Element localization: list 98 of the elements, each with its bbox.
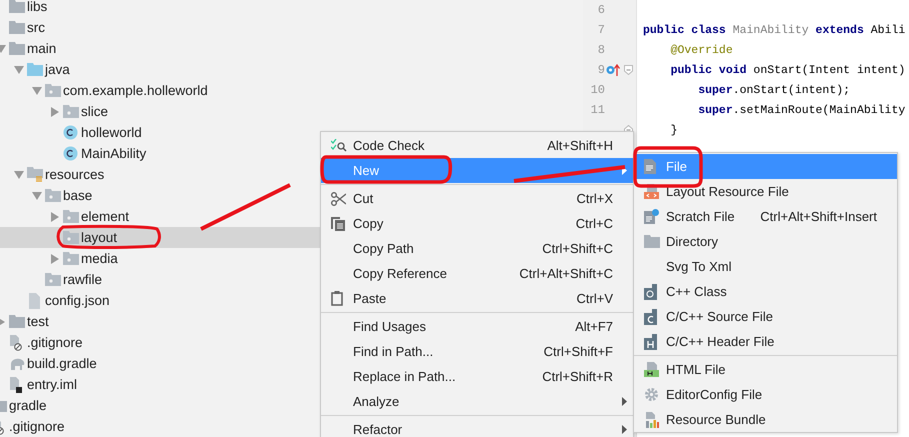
line-number: 11 [590,103,605,117]
checklist-search-icon [331,138,347,152]
menu-item[interactable]: EditorConfig File [634,382,897,407]
tree-item-label[interactable]: test [27,314,49,329]
menu-item[interactable]: C/C++ Header File [634,329,897,354]
module-file-icon [9,376,23,392]
code-line: public class MainAbility extends Abili [643,24,906,36]
scratch-file-icon [644,209,659,224]
class-icon [63,125,78,140]
package-folder-icon [45,84,61,97]
folder-icon [9,0,25,13]
menu-item[interactable]: Svg To Xml [634,254,897,279]
menu-item[interactable]: Cut Ctrl+X [321,186,633,211]
tree-item-label[interactable]: base [63,188,92,203]
menu-item[interactable]: Copy Ctrl+C [321,211,633,236]
tree-item-label[interactable]: src [27,20,45,35]
tree-item-label[interactable]: entry.iml [27,377,78,392]
tree-item-label[interactable]: resources [45,167,104,182]
tree-item-label[interactable]: .gitignore [27,335,83,350]
tree-item-label[interactable]: gradle [9,398,47,413]
collapse-arrow-icon[interactable] [51,212,59,222]
folder-icon [9,42,25,55]
collapse-arrow-icon[interactable] [51,254,59,264]
code-line: @Override [670,44,733,56]
expand-arrow-icon[interactable] [32,86,42,94]
tree-item-label[interactable]: config.json [45,293,110,308]
layout-file-icon [644,184,659,199]
scissors-icon [331,192,346,206]
resource-folder-icon [27,167,43,182]
html-file-icon [644,362,659,377]
tree-item-label[interactable]: media [81,251,118,266]
clipboard-icon [331,291,343,306]
menu-item[interactable]: Refactor [321,417,633,437]
tree-item-label[interactable]: main [27,41,56,56]
menu-item[interactable]: Replace in Path... Ctrl+Shift+R [321,364,633,389]
line-number: 9 [596,63,605,77]
menu-item[interactable]: Directory [634,229,897,254]
folder-icon [644,235,660,248]
submenu-arrow-icon [622,397,627,406]
code-line: super.onStart(intent); [697,84,850,96]
menu-item[interactable]: C/C++ Source File [634,304,897,329]
code-line: } [670,124,678,136]
bar-chart-file-icon [644,412,659,428]
copy-icon [331,216,345,230]
cpp-class-icon [644,284,657,300]
package-folder-icon [63,252,79,265]
tree-item-label[interactable]: slice [81,104,108,119]
tree-item-label[interactable]: java [45,62,70,77]
package-folder-icon [63,231,79,244]
expand-arrow-icon[interactable] [32,192,42,200]
elephant-icon [9,357,25,370]
line-number: 6 [596,3,605,17]
line-number: 7 [596,23,605,37]
file-icon [644,159,656,174]
c-header-icon [644,334,657,350]
menu-item[interactable]: HTML File [634,357,897,382]
menu-item[interactable]: Resource Bundle [634,407,897,432]
folder-icon [9,21,25,34]
folder-icon [9,315,25,328]
submenu-arrow-icon [622,425,627,434]
ignored-file-icon [9,334,23,350]
menu-item[interactable]: Code Check Alt+Shift+H [321,133,633,158]
package-folder-icon [63,105,79,118]
tree-item-label[interactable]: libs [27,0,48,14]
menu-item[interactable]: Scratch File Ctrl+Alt+Shift+Insert [634,204,897,229]
code-line: public void onStart(Intent intent) [670,64,906,76]
expand-arrow-icon[interactable] [14,66,24,74]
tree-item-label[interactable]: MainAbility [81,146,146,161]
gear-icon [644,387,659,402]
source-folder-icon [27,63,43,76]
menu-item[interactable]: Copy Reference Ctrl+Alt+Shift+C [321,261,633,286]
code-line: super.setMainRoute(MainAbility [697,104,906,116]
json-file-icon [27,292,41,308]
menu-item[interactable]: Analyze [321,389,633,414]
tree-item-label[interactable]: build.gradle [27,356,97,371]
collapse-arrow-icon[interactable] [51,106,59,116]
fold-marker-icon[interactable] [624,65,632,75]
menu-item[interactable]: C++ Class [634,279,897,304]
c-source-icon [644,308,657,324]
tree-item-label[interactable]: rawfile [63,272,102,287]
line-number: 8 [596,43,605,57]
tree-item-label[interactable]: .gitignore [9,419,65,434]
package-folder-icon [45,189,61,202]
menu-item[interactable]: Copy Path Ctrl+Shift+C [321,236,633,261]
tree-item-label[interactable]: holleworld [81,125,142,140]
menu-item[interactable]: Paste Ctrl+V [321,286,633,311]
menu-item[interactable]: Layout Resource File [634,179,897,204]
override-marker-icon[interactable] [606,64,620,76]
class-icon [63,146,78,161]
menu-item[interactable]: Find in Path... Ctrl+Shift+F [321,339,633,364]
expand-arrow-icon[interactable] [14,170,24,178]
tree-item-label[interactable]: element [81,209,130,224]
line-number: 10 [590,83,605,97]
package-folder-icon [63,210,79,223]
package-folder-icon [45,273,61,286]
menu-item[interactable]: Find Usages Alt+F7 [321,314,633,339]
tree-item-label[interactable]: com.example.holleworld [63,83,208,98]
submenu-arrow-icon [622,166,627,175]
